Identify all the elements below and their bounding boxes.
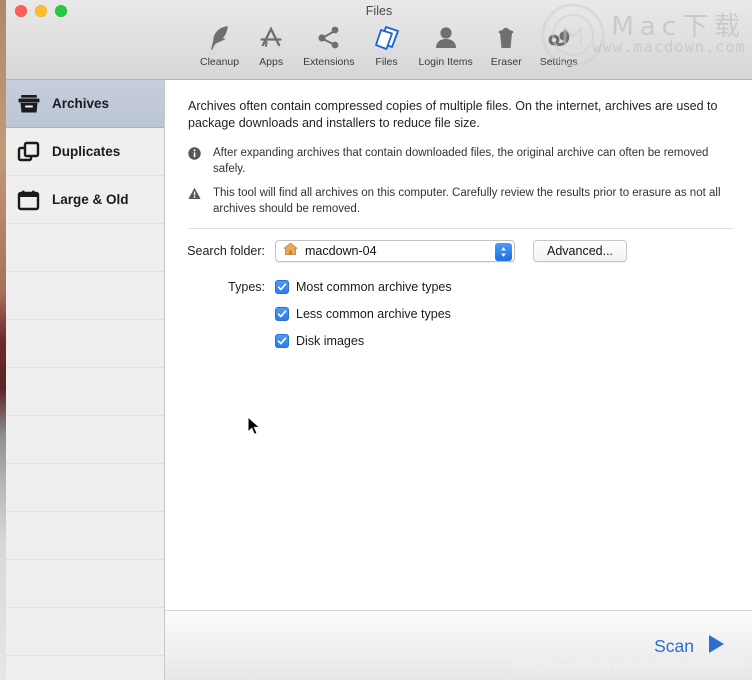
scan-button[interactable]: Scan <box>654 633 726 660</box>
toolbar-label: Files <box>375 56 398 68</box>
gear-eye-icon <box>545 22 573 54</box>
window-body: Archives Duplicates Large & Old Archives… <box>6 80 752 680</box>
toolbar-item-cleanup[interactable]: Cleanup <box>191 22 248 68</box>
panel-description: Archives often contain compressed copies… <box>188 99 718 130</box>
search-folder-value: macdown-04 <box>305 244 377 258</box>
app-window: Files Cleanup Apps Extensions Files Logi… <box>6 0 752 680</box>
toolbar-item-login-items[interactable]: Login Items <box>410 22 482 68</box>
toolbar-label: Cleanup <box>200 56 240 68</box>
toolbar-item-eraser[interactable]: Eraser <box>482 22 531 68</box>
search-folder-popup-button[interactable]: macdown-04 <box>275 240 515 262</box>
toolbar-label: Extensions <box>303 56 355 68</box>
checkbox-most-common-archive-types[interactable] <box>275 280 289 294</box>
home-folder-icon <box>283 242 298 261</box>
sidebar-item-label: Archives <box>52 96 110 111</box>
warning-note-text: This tool will find all archives on this… <box>213 187 721 215</box>
checkbox-disk-images[interactable] <box>275 334 289 348</box>
warning-note: This tool will find all archives on this… <box>188 186 728 217</box>
scan-button-label: Scan <box>654 636 694 656</box>
sidebar-item-archives[interactable]: Archives <box>6 80 164 128</box>
types-row-2: Less common archive types <box>165 307 752 321</box>
search-form: Search folder: macdown-04 Advanced... Ty… <box>165 240 752 361</box>
toolbar-label: Apps <box>259 56 284 68</box>
sidebar-empty-row <box>6 608 164 656</box>
warning-triangle-icon <box>188 186 203 217</box>
sidebar-empty-row <box>6 368 164 416</box>
sidebar-item-duplicates[interactable]: Duplicates <box>6 128 164 176</box>
app-store-icon <box>257 22 285 54</box>
toolbar-item-settings[interactable]: Settings <box>531 22 587 68</box>
sidebar-empty-row <box>6 560 164 608</box>
types-label: Types: <box>228 280 265 294</box>
archive-box-icon <box>16 91 42 117</box>
info-note: After expanding archives that contain do… <box>188 146 728 177</box>
duplicate-squares-icon <box>16 139 42 165</box>
chevron-updown-icon[interactable] <box>495 242 512 261</box>
watermark-url: www.macdown.com <box>592 38 746 56</box>
sidebar-empty-row <box>6 320 164 368</box>
toolbar-label: Eraser <box>490 56 522 68</box>
checkbox-label: Less common archive types <box>296 307 451 321</box>
info-circle-icon <box>188 146 203 177</box>
types-row-3: Disk images <box>165 334 752 348</box>
toolbar-item-extensions[interactable]: Extensions <box>294 22 363 68</box>
content-panel: Archives often contain compressed copies… <box>165 80 752 610</box>
sidebar-empty-row <box>6 416 164 464</box>
types-row-1: Types: Most common archive types <box>165 280 752 294</box>
titlebar: Files Cleanup Apps Extensions Files Logi… <box>6 0 752 80</box>
sidebar-item-large-and-old[interactable]: Large & Old <box>6 176 164 224</box>
sidebar-empty-row <box>6 464 164 512</box>
share-nodes-icon <box>316 22 342 54</box>
desktop-background-strip <box>0 0 6 680</box>
info-note-text: After expanding archives that contain do… <box>213 147 709 175</box>
sidebar-empty-row <box>6 512 164 560</box>
toolbar-item-files[interactable]: Files <box>364 22 410 68</box>
sidebar: Archives Duplicates Large & Old <box>6 80 165 680</box>
checkbox-less-common-archive-types[interactable] <box>275 307 289 321</box>
sidebar-item-label: Large & Old <box>52 192 129 207</box>
advanced-button[interactable]: Advanced... <box>533 240 628 262</box>
search-folder-label: Search folder: <box>187 244 265 258</box>
person-icon <box>433 22 459 54</box>
section-divider <box>188 228 733 229</box>
checkbox-label: Most common archive types <box>296 280 452 294</box>
sidebar-empty-row <box>6 272 164 320</box>
files-icon <box>373 22 401 54</box>
calendar-icon <box>16 187 42 213</box>
sidebar-item-label: Duplicates <box>52 144 121 159</box>
footer-bar: Scan https://blog.csdn.net/llhf688 <box>165 610 752 680</box>
trash-icon <box>494 22 518 54</box>
play-triangle-icon <box>706 633 726 660</box>
toolbar: Cleanup Apps Extensions Files Login Item… <box>191 22 587 68</box>
checkbox-label: Disk images <box>296 334 365 348</box>
toolbar-item-apps[interactable]: Apps <box>248 22 294 68</box>
toolbar-label: Settings <box>539 56 578 68</box>
toolbar-label: Login Items <box>418 56 473 68</box>
search-folder-row: Search folder: macdown-04 Advanced... <box>165 240 752 262</box>
sidebar-empty-row <box>6 224 164 272</box>
feather-icon <box>207 22 233 54</box>
